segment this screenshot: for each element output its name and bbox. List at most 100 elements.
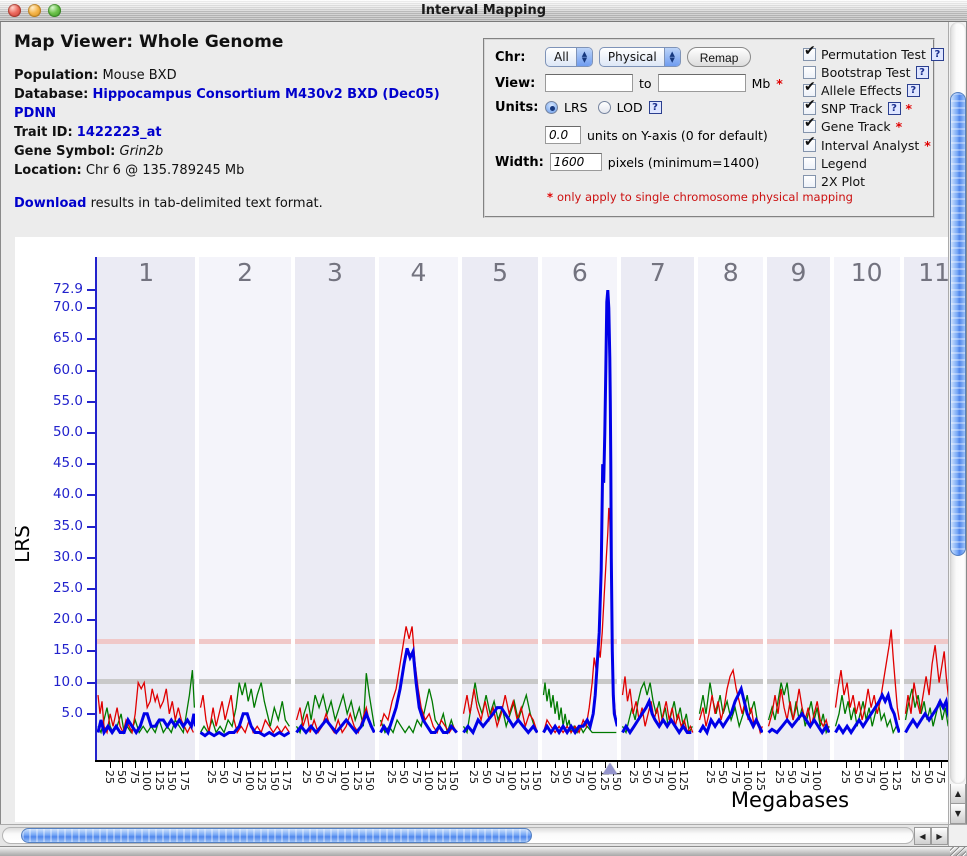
x-axis-tick — [172, 762, 173, 768]
download-line: Download results in tab-delimited text f… — [14, 196, 474, 211]
vertical-scroll-arrows: ▲ ▼ — [950, 784, 966, 824]
x-axis-tick-label: 150 — [165, 770, 178, 791]
x-axis-tick-label: 25 — [627, 770, 640, 784]
y-axis-tick — [87, 557, 95, 559]
vertical-scrollbar-track[interactable] — [950, 22, 966, 784]
window-bottom-edge — [0, 846, 967, 856]
vertical-scrollbar[interactable]: ▲ ▼ — [948, 22, 966, 846]
horizontal-scrollbar-track[interactable] — [2, 827, 914, 844]
y-axis-tick-label: 65.0 — [39, 330, 83, 346]
checkbox-interval-analyst[interactable] — [803, 139, 816, 152]
x-axis-tick — [307, 762, 308, 768]
x-axis-tick — [805, 762, 806, 768]
checkbox-row: Bootstrap Test? — [803, 63, 944, 81]
trace-plot-chr10 — [834, 257, 900, 760]
download-text: results in tab-delimited text format. — [86, 196, 322, 211]
help-icon[interactable]: ? — [931, 48, 944, 61]
chromosome-band-10[interactable]: 10 — [834, 257, 900, 760]
vertical-scrollbar-thumb[interactable] — [950, 92, 966, 556]
view-range-row: View: to Mb * — [495, 74, 783, 92]
checkbox-allele-effects[interactable] — [803, 84, 816, 97]
y-axis-tick — [87, 338, 95, 340]
option-checkboxes: Permutation Test?Bootstrap Test?Allele E… — [803, 45, 944, 191]
required-star: * — [896, 119, 903, 134]
view-to-input[interactable] — [658, 74, 746, 92]
x-axis-tick-label: 100 — [877, 770, 890, 791]
checkbox-bootstrap-test[interactable] — [803, 66, 816, 79]
trace-plot-chr5 — [462, 257, 538, 760]
chromosome-band-2[interactable]: 2 — [199, 257, 290, 760]
x-axis-tick-label: 75 — [652, 770, 665, 784]
x-axis-tick — [567, 762, 568, 768]
scroll-up-button[interactable]: ▲ — [950, 784, 966, 804]
y-axis-tick — [87, 370, 95, 372]
x-axis-tick-label: 75 — [493, 770, 506, 784]
resize-grip[interactable] — [950, 847, 966, 856]
mapping-type-select[interactable]: Physical ▲▼ — [599, 47, 681, 67]
chromosome-band-7[interactable]: 7 — [621, 257, 694, 760]
chromosome-band-9[interactable]: 9 — [767, 257, 830, 760]
chromosome-select[interactable]: All ▲▼ — [545, 47, 593, 67]
qtl-location-marker — [603, 763, 617, 774]
chromosome-band-4[interactable]: 4 — [379, 257, 458, 760]
help-icon[interactable]: ? — [888, 102, 901, 115]
close-button[interactable] — [8, 4, 21, 17]
maximize-button[interactable] — [48, 4, 61, 17]
scroll-right-button[interactable]: ▶ — [931, 827, 948, 845]
lrs-radio[interactable] — [545, 101, 558, 114]
trace-plot-chr6 — [542, 257, 617, 760]
chromosome-band-6[interactable]: 6 — [542, 257, 617, 760]
window-titlebar[interactable]: Interval Mapping — [0, 0, 967, 22]
x-axis-tick — [792, 762, 793, 768]
yaxis-max-input[interactable] — [545, 126, 581, 144]
checkbox-gene-track[interactable] — [803, 120, 816, 133]
y-axis-tick — [87, 432, 95, 434]
scroll-down-button[interactable]: ▼ — [950, 804, 966, 824]
chromosome-band-1[interactable]: 1 — [97, 257, 195, 760]
x-axis-tick-label: 50 — [922, 770, 935, 784]
checkbox-snp-track[interactable] — [803, 102, 816, 115]
remap-button[interactable]: Remap — [687, 47, 752, 67]
x-axis-tick-label: 175 — [280, 770, 293, 791]
x-axis-tick — [672, 762, 673, 768]
units-row: Units: LRS LOD ? — [495, 100, 662, 115]
help-icon[interactable]: ? — [649, 101, 662, 114]
select-arrows-icon: ▲▼ — [576, 48, 592, 66]
horizontal-scrollbar[interactable]: ◀ ▶ — [0, 824, 948, 846]
x-axis-tick — [370, 762, 371, 768]
x-axis-tick-label: 100 — [665, 770, 678, 791]
help-icon[interactable]: ? — [907, 84, 920, 97]
help-icon[interactable]: ? — [916, 66, 929, 79]
y-axis-tick — [87, 650, 95, 652]
x-axis-tick-label: 75 — [128, 770, 141, 784]
view-from-input[interactable] — [545, 74, 633, 92]
download-link[interactable]: Download — [14, 196, 86, 211]
checkbox-legend[interactable] — [803, 157, 816, 170]
x-axis-tick — [160, 762, 161, 768]
chromosome-band-8[interactable]: 8 — [698, 257, 763, 760]
checkbox-permutation-test[interactable] — [803, 48, 816, 61]
horizontal-scrollbar-thumb[interactable] — [21, 828, 532, 843]
x-axis-tick — [736, 762, 737, 768]
scroll-left-button[interactable]: ◀ — [914, 827, 931, 845]
x-axis-tick-label: 100 — [741, 770, 754, 791]
x-axis-tick-label: 100 — [810, 770, 823, 791]
checkbox-row: Allele Effects? — [803, 81, 944, 99]
y-axis-tick-label: 45.0 — [39, 455, 83, 471]
select-arrows-icon: ▲▼ — [664, 48, 680, 66]
chromosome-band-3[interactable]: 3 — [295, 257, 375, 760]
field-label: Database: — [14, 87, 88, 102]
checkbox-label: Bootstrap Test — [821, 65, 911, 80]
chromosome-band-11[interactable]: 11 — [904, 257, 948, 760]
lod-radio[interactable] — [598, 101, 611, 114]
chromosome-band-5[interactable]: 5 — [462, 257, 538, 760]
checkbox-2x-plot[interactable] — [803, 175, 816, 188]
x-axis-tick-label: 75 — [798, 770, 811, 784]
plot-width-input[interactable] — [550, 153, 602, 171]
scrollbar-corner — [948, 824, 967, 846]
minimize-button[interactable] — [28, 4, 41, 17]
view-unit-label: Mb — [752, 76, 771, 91]
x-axis-tick-label: 75 — [573, 770, 586, 784]
x-axis-tick — [237, 762, 238, 768]
field-value[interactable]: 1422223_at — [77, 125, 162, 140]
